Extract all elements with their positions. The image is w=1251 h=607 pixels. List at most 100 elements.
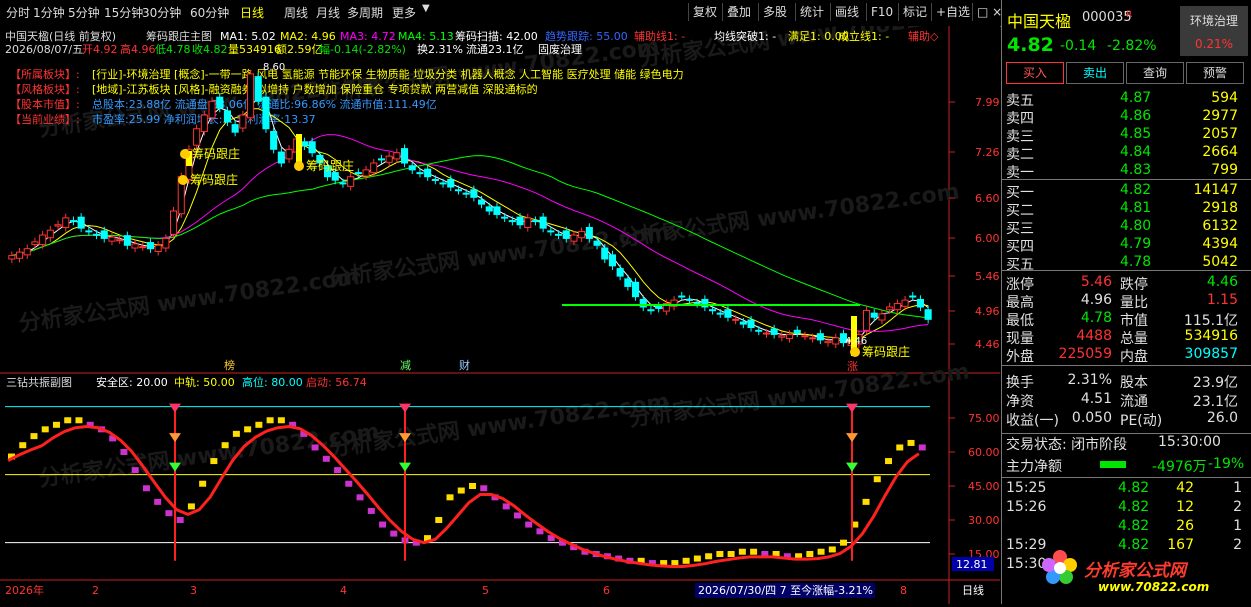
period-tab-3[interactable]: 15分钟 — [104, 4, 143, 21]
period-tab-6[interactable]: 日线 — [240, 4, 264, 21]
x-axis-label: 5 — [482, 584, 489, 597]
info-item: 收4.82 — [192, 42, 228, 56]
toolbar-btn-7[interactable]: +自选 — [931, 3, 974, 21]
info-item: 幅-0.14(-2.82%) — [319, 43, 406, 56]
toolbar-btn-0[interactable]: 复权 — [688, 3, 721, 21]
note-key: 【股本市值】: — [10, 97, 80, 111]
period-tab-7[interactable]: 周线 — [284, 4, 308, 21]
toolbar-btn-4[interactable]: 画线 — [830, 3, 863, 21]
candle-body — [216, 96, 224, 109]
extra-label-1: 趋势跟踪: 55.00 — [545, 29, 628, 43]
price-tick: 4.96 — [975, 305, 1000, 318]
note-key: 【风格板块】: — [10, 82, 80, 96]
candle-body — [377, 158, 385, 161]
toolbar-btn-5[interactable]: F10 — [866, 3, 897, 21]
toolbar-btn-3[interactable]: 统计 — [795, 3, 828, 21]
candle-body — [778, 335, 786, 338]
period-tab-5[interactable]: 60分钟 — [190, 4, 229, 21]
tick-row: 15:26 4.82 12 2 — [1002, 497, 1251, 518]
alert-button[interactable]: 预警 — [1186, 62, 1244, 84]
tick-volume: 26 — [1176, 518, 1194, 534]
x-axis-label: 8 — [900, 584, 907, 597]
period-tab-0[interactable]: 分时 — [6, 4, 30, 21]
stat-value: 309857 — [1184, 346, 1238, 362]
price-tick: 6.60 — [975, 192, 1000, 205]
candle-body — [193, 128, 201, 146]
candle-body — [308, 141, 316, 154]
more-dropdown-icon[interactable]: ▼ — [422, 3, 430, 14]
event-mark: 减 — [400, 359, 411, 372]
tick-row: 15:25 4.82 42 1 — [1002, 478, 1251, 499]
period-tab-1[interactable]: 1分钟 — [33, 4, 65, 21]
osc-block — [367, 507, 375, 514]
sell-button[interactable]: 卖出 — [1066, 62, 1124, 84]
candle-body — [431, 178, 439, 181]
ask-price: 4.85 — [1120, 126, 1152, 142]
candle-body — [786, 333, 794, 340]
info-item: 高4.96 — [120, 42, 156, 56]
osc-block — [896, 444, 904, 451]
price-tick: 4.46 — [975, 338, 1000, 351]
period-tab-2[interactable]: 5分钟 — [68, 4, 100, 21]
candle-body — [462, 192, 470, 195]
candle-body — [470, 189, 478, 198]
price-tick: 5.46 — [975, 270, 1000, 283]
osc-block — [244, 426, 252, 433]
candle-body — [385, 155, 393, 163]
period-label: 日线 — [962, 583, 984, 597]
ask-volume: 594 — [1211, 90, 1238, 106]
candle-body — [878, 313, 886, 321]
candle-body — [439, 182, 447, 185]
netflow-value: -4976万 — [1152, 459, 1207, 475]
stat-value: 26.0 — [1206, 410, 1238, 426]
toolbar-btn-6[interactable]: 标记 — [898, 3, 931, 21]
period-tab-4[interactable]: 30分钟 — [142, 4, 181, 21]
ma-label-4: MA4: 5.13 — [398, 30, 454, 43]
candle-body — [277, 151, 285, 164]
stat-value: 1.15 — [1206, 292, 1238, 308]
ask-price: 4.86 — [1120, 108, 1152, 124]
candle-body — [454, 189, 462, 192]
sub-current-value: 12.81 — [956, 558, 988, 571]
x-axis-label: 2026年 — [5, 583, 44, 597]
candle-body — [100, 230, 108, 239]
candle-body — [23, 248, 31, 256]
stat-value: 4.78 — [1080, 310, 1112, 326]
osc-block — [345, 480, 353, 487]
info-item: 换2.31% — [417, 42, 463, 56]
period-tab-8[interactable]: 月线 — [316, 4, 340, 21]
sector-badge[interactable]: 环境治理 0.21% — [1180, 6, 1248, 56]
candle-body — [208, 100, 216, 119]
candle-body — [809, 337, 817, 340]
osc-block — [52, 421, 60, 428]
toolbar-btn-1[interactable]: 叠加 — [722, 3, 755, 21]
candle-body — [531, 220, 540, 223]
extra-label-0: 筹码扫描: 42.00 — [455, 29, 538, 43]
candle-body — [54, 224, 62, 227]
candle-body — [508, 220, 516, 223]
osc-block — [873, 476, 881, 483]
buy-button[interactable]: 买入 — [1006, 62, 1064, 84]
toolbar-btn-2[interactable]: 多股 — [758, 3, 791, 21]
stat-value: 534916 — [1184, 328, 1238, 344]
kline-chart[interactable]: 分析家公式网 www.70822.com分析家公式网 www.70822.com… — [0, 0, 1000, 604]
tick-row: 4.82 26 1 — [1002, 516, 1251, 537]
candle-body — [347, 176, 355, 187]
chip-tag: 筹码跟庄 — [306, 158, 354, 173]
candle-body — [200, 114, 208, 132]
query-button[interactable]: 查询 — [1126, 62, 1184, 84]
tick-time: 15:25 — [1006, 480, 1047, 496]
period-tab-9[interactable]: 多周期 — [347, 4, 383, 21]
osc-block — [232, 430, 240, 437]
osc-block — [356, 494, 364, 501]
osc-block — [30, 433, 38, 440]
tick-volume: 42 — [1176, 480, 1194, 496]
x-axis-label: 4 — [340, 584, 347, 597]
chart-area[interactable]: 分析家公式网 www.70822.com 分析家公式网 www.70822.com… — [0, 0, 1000, 604]
note-key: 【所属板块】: — [10, 67, 80, 81]
osc-block — [480, 485, 488, 492]
osc-block — [513, 512, 521, 519]
period-tab-10[interactable]: 更多 — [392, 4, 416, 21]
tick-count: 2 — [1233, 537, 1242, 553]
tick-count: 2 — [1233, 499, 1242, 515]
